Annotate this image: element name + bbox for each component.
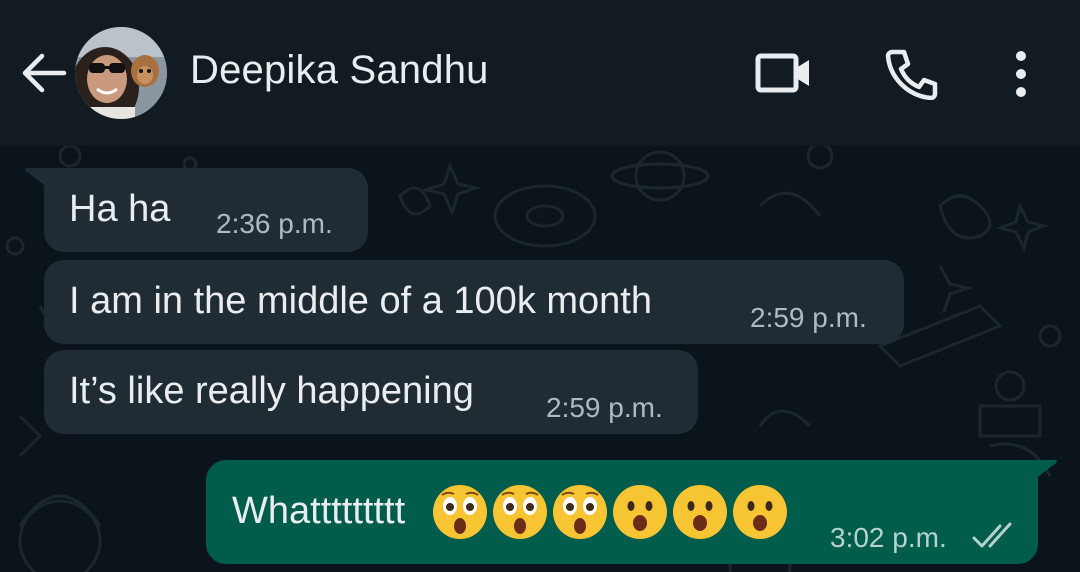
message-text: I am in the middle of a 100k month — [69, 280, 652, 322]
arrow-left-icon[interactable] — [20, 50, 68, 96]
message-timestamp: 2:36 p.m. — [216, 208, 333, 239]
bubble-tail — [1034, 460, 1057, 480]
contact-name[interactable]: Deepika Sandhu — [190, 48, 489, 93]
message-bubble-incoming[interactable]: Ha ha 2:36 p.m. — [44, 168, 368, 252]
phone-icon[interactable] — [884, 48, 938, 100]
message-text: It’s like really happening — [69, 370, 474, 412]
chat-area[interactable]: Ha ha 2:36 p.m. I am in the middle of a … — [0, 146, 1080, 572]
message-text: Ha ha — [69, 188, 171, 230]
astonished-face-emoji — [493, 485, 547, 539]
avatar[interactable] — [75, 27, 167, 119]
astonished-face-emoji — [433, 485, 487, 539]
message-bubble-incoming[interactable]: I am in the middle of a 100k month 2:59 … — [44, 260, 904, 344]
video-camera-icon[interactable] — [755, 52, 813, 94]
message-timestamp: 3:02 p.m. — [830, 522, 947, 553]
message-bubble-outgoing[interactable]: Whattttttttt 3:02 p.m. — [206, 460, 1038, 564]
open-mouth-face-emoji — [673, 485, 727, 539]
double-check-read-icon — [972, 522, 1012, 548]
message-timestamp: 2:59 p.m. — [750, 302, 867, 333]
message-bubble-incoming[interactable]: It’s like really happening 2:59 p.m. — [44, 350, 698, 434]
message-timestamp: 2:59 p.m. — [546, 392, 663, 423]
emoji-row — [432, 484, 788, 540]
message-text: Whattttttttt — [232, 490, 406, 532]
open-mouth-face-emoji — [613, 485, 667, 539]
more-vertical-icon[interactable] — [1006, 48, 1036, 100]
bubble-tail — [25, 168, 48, 188]
open-mouth-face-emoji — [733, 485, 787, 539]
astonished-face-emoji — [553, 485, 607, 539]
chat-header: Deepika Sandhu — [0, 0, 1080, 146]
